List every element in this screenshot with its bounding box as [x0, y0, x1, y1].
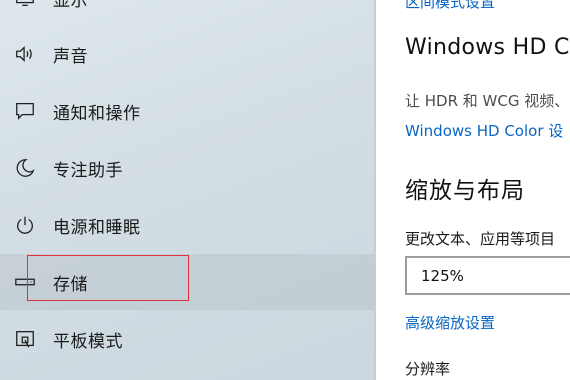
- sidebar-item-display[interactable]: 显示: [0, 0, 374, 26]
- sidebar-item-label: 平板模式: [53, 331, 123, 352]
- settings-sidebar: 显示 声音 通知和操作 专注助手 电源和睡眠 存储 平板模式: [0, 0, 374, 380]
- sidebar-item-label: 电源和睡眠: [53, 217, 141, 238]
- power-icon: [13, 213, 37, 237]
- hd-color-heading: Windows HD Co: [405, 35, 570, 60]
- tablet-mode-icon: [13, 327, 37, 351]
- sidebar-item-tablet-mode[interactable]: 平板模式: [0, 311, 374, 367]
- sidebar-item-label: 显示: [53, 0, 88, 11]
- speaker-icon: [13, 42, 37, 66]
- settings-content-pane: 区间模式设置 Windows HD Co 让 HDR 和 WCG 视频、 Win…: [376, 0, 570, 380]
- sidebar-item-label: 通知和操作: [53, 103, 141, 124]
- advanced-scaling-link[interactable]: 高级缩放设置: [405, 312, 495, 333]
- hd-color-settings-link[interactable]: Windows HD Color 设: [405, 120, 563, 141]
- notification-icon: [13, 99, 37, 123]
- sidebar-item-label: 声音: [53, 46, 88, 67]
- scale-layout-heading: 缩放与布局: [405, 178, 525, 204]
- sidebar-item-power-sleep[interactable]: 电源和睡眠: [0, 197, 374, 253]
- scale-change-label: 更改文本、应用等项目: [405, 230, 556, 248]
- sidebar-item-label: 专注助手: [53, 160, 123, 181]
- top-settings-link[interactable]: 区间模式设置: [405, 0, 495, 12]
- scale-dropdown[interactable]: 125%: [405, 256, 570, 295]
- sidebar-item-notifications[interactable]: 通知和操作: [0, 83, 374, 139]
- moon-icon: [13, 156, 37, 180]
- sidebar-item-focus-assist[interactable]: 专注助手: [0, 140, 374, 196]
- highlight-annotation-box: [27, 255, 189, 301]
- sidebar-item-sound[interactable]: 声音: [0, 26, 374, 82]
- resolution-label: 分辨率: [405, 360, 451, 378]
- display-icon: [13, 0, 37, 10]
- hd-color-description: 让 HDR 和 WCG 视频、: [405, 92, 570, 110]
- scale-dropdown-value: 125%: [421, 267, 464, 285]
